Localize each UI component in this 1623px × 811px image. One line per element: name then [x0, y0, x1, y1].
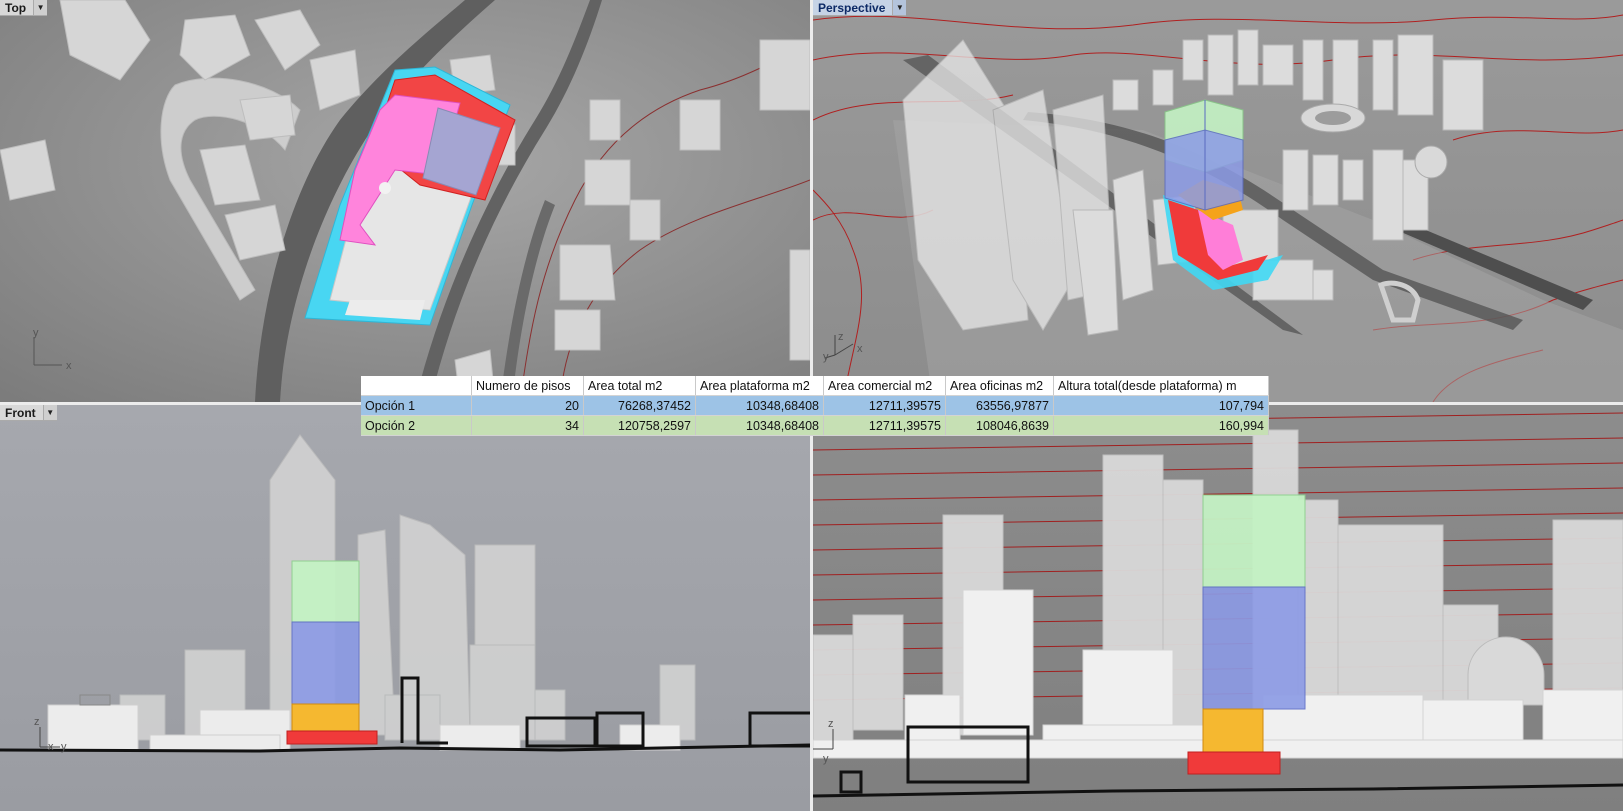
perspective-view-canvas: z x y — [813, 0, 1623, 402]
viewport-tab-top[interactable]: Top ▼ — [0, 0, 48, 16]
chevron-down-icon[interactable]: ▼ — [893, 0, 907, 16]
table-header-row: Numero de pisos Area total m2 Area plata… — [361, 376, 1269, 396]
table-row: Opción 1 20 76268,37452 10348,68408 1271… — [361, 395, 1269, 416]
table-header-cell: Area plataforma m2 — [695, 376, 824, 396]
axis-y-label: y — [61, 741, 67, 753]
area-comercial-cell: 12711,39575 — [823, 395, 946, 416]
top-view-canvas: y x — [0, 0, 810, 402]
altura-total-cell: 107,794 — [1053, 395, 1269, 416]
area-oficinas-cell: 108046,8639 — [945, 415, 1054, 436]
table-header-cell — [361, 376, 472, 396]
chevron-down-icon[interactable]: ▼ — [43, 405, 57, 421]
table-header-cell: Area oficinas m2 — [945, 376, 1054, 396]
viewport-title[interactable]: Perspective — [813, 0, 894, 16]
axis-z-label: z — [34, 716, 40, 728]
perspective-viewport[interactable]: Perspective ▼ z x y — [813, 0, 1623, 402]
altura-total-cell: 160,994 — [1053, 415, 1269, 436]
area-plataforma-cell: 10348,68408 — [695, 395, 824, 416]
table-header-cell: Area total m2 — [583, 376, 696, 396]
area-oficinas-cell: 63556,97877 — [945, 395, 1054, 416]
table-header-cell: Numero de pisos — [471, 376, 584, 396]
pisos-cell: 20 — [471, 395, 584, 416]
option-label: Opción 2 — [361, 415, 472, 436]
top-viewport[interactable]: Top ▼ y x — [0, 0, 810, 402]
viewport-tab-perspective[interactable]: Perspective ▼ — [813, 0, 907, 16]
front-viewport[interactable]: Front ▼ z x y — [0, 405, 810, 811]
area-total-cell: 76268,37452 — [583, 395, 696, 416]
viewport-tab-front[interactable]: Front ▼ — [0, 405, 57, 421]
area-comercial-cell: 12711,39575 — [823, 415, 946, 436]
axis-y-label: y — [823, 753, 829, 765]
right-viewport[interactable]: z y — [813, 405, 1623, 811]
viewport-title[interactable]: Top — [0, 0, 35, 16]
right-view-canvas: z y — [813, 405, 1623, 811]
option-label: Opción 1 — [361, 395, 472, 416]
axis-z-label: z — [828, 718, 834, 730]
axis-y-label: y — [823, 351, 829, 363]
table-row: Opción 2 34 120758,2597 10348,68408 1271… — [361, 415, 1269, 436]
chevron-down-icon[interactable]: ▼ — [34, 0, 48, 16]
axis-x-label: x — [48, 741, 54, 753]
pisos-cell: 34 — [471, 415, 584, 436]
axis-x-label: x — [66, 360, 72, 372]
area-total-cell: 120758,2597 — [583, 415, 696, 436]
options-table: Numero de pisos Area total m2 Area plata… — [361, 376, 1269, 436]
viewport-title[interactable]: Front — [0, 405, 44, 421]
axis-z-label: z — [838, 331, 844, 343]
area-plataforma-cell: 10348,68408 — [695, 415, 824, 436]
table-header-cell: Area comercial m2 — [823, 376, 946, 396]
table-header-cell: Altura total(desde plataforma) m — [1053, 376, 1269, 396]
front-view-canvas: z x y — [0, 405, 810, 811]
axis-x-label: x — [857, 343, 863, 355]
axis-y-label: y — [33, 327, 39, 339]
